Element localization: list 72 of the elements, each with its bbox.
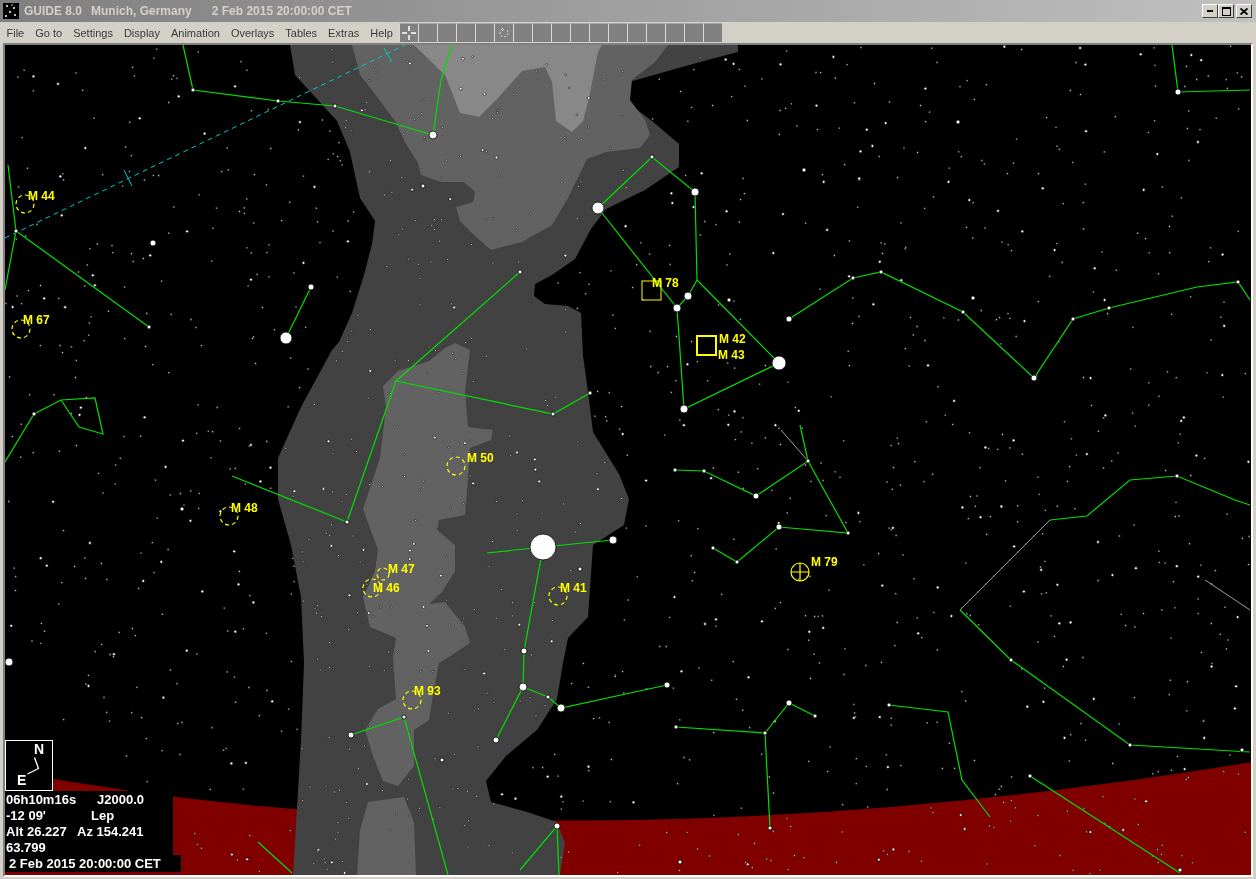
- toolbar-button[interactable]: [665, 23, 685, 42]
- east-label: E: [17, 772, 27, 788]
- toolbar-button[interactable]: [475, 23, 495, 42]
- object-label[interactable]: M 93: [414, 684, 441, 698]
- menu-item[interactable]: Go to: [29, 23, 68, 42]
- epoch-value: J2000.0: [97, 792, 144, 808]
- menu-item[interactable]: File: [1, 23, 30, 42]
- right-ascension-value: 06h10m16s: [6, 792, 78, 808]
- azimuth-value: Az 154.241: [77, 824, 144, 840]
- menu-item[interactable]: Overlays: [225, 23, 280, 42]
- object-label[interactable]: M 48: [231, 501, 258, 515]
- minimize-icon: [1207, 10, 1213, 12]
- menu-item[interactable]: Extras: [322, 23, 365, 42]
- close-button[interactable]: [1236, 4, 1252, 18]
- menu-item[interactable]: Animation: [165, 23, 226, 42]
- menu-item[interactable]: Display: [118, 23, 166, 42]
- star-icon: [5, 657, 14, 667]
- toolbar-button[interactable]: [551, 23, 571, 42]
- maximize-icon: [1221, 6, 1231, 16]
- toolbar-button[interactable]: [437, 23, 457, 42]
- open-cluster-marker-icon: [446, 456, 466, 476]
- menu-item[interactable]: Tables: [279, 23, 323, 42]
- toolbar-button[interactable]: [513, 23, 533, 42]
- altitude-value: Alt 26.227: [6, 824, 68, 840]
- nebula-marker-icon: [696, 335, 717, 356]
- toolbar-button[interactable]: [456, 23, 476, 42]
- object-label[interactable]: M 79: [811, 555, 838, 569]
- sky-chart[interactable]: M 44 M 67 M 48 M 50 M 47 M 46 M 41 M 93 M 78 M 42 M 43 M 79 N E 06h10m16s J2000.0 -12 09' Lep Alt 26.227 Az 154.241 63.799 2 Feb 2015 20:00:00 CET: [3, 43, 1253, 877]
- app-title: GUIDE 8.0: [24, 4, 83, 18]
- date-time-text: 2 Feb 2015 20:00:00 CET: [5, 855, 181, 872]
- maximize-button[interactable]: [1218, 4, 1234, 18]
- toolbar-button[interactable]: [646, 23, 666, 42]
- north-label: N: [34, 741, 45, 757]
- menu-item[interactable]: Help: [364, 23, 399, 42]
- toolbar-button[interactable]: [418, 23, 438, 42]
- open-cluster-marker-icon: [376, 567, 390, 581]
- toolbar-button[interactable]: [532, 23, 552, 42]
- field-width-value: 63.799: [6, 840, 46, 856]
- toolbar-button[interactable]: [627, 23, 647, 42]
- object-label[interactable]: M 67: [23, 313, 50, 327]
- toolbar-button[interactable]: [608, 23, 628, 42]
- open-cluster-marker-icon: [362, 578, 382, 598]
- crosshair-icon: [402, 26, 417, 40]
- toolbar-button[interactable]: [589, 23, 609, 42]
- constellation-boundary-line: [780, 429, 809, 462]
- object-label[interactable]: M 78: [652, 276, 679, 290]
- declination-value: -12 09': [6, 808, 47, 824]
- toolbar-button[interactable]: [570, 23, 590, 42]
- close-icon: [1240, 7, 1248, 15]
- toolbar-button[interactable]: [703, 23, 723, 42]
- nebula-marker-icon: [641, 280, 662, 301]
- object-label[interactable]: M 47: [388, 562, 415, 576]
- constellation-boundary-line: [1204, 579, 1251, 611]
- toolbar-button[interactable]: [399, 23, 419, 42]
- object-label[interactable]: M 41: [560, 581, 587, 595]
- object-label[interactable]: M 46: [373, 581, 400, 595]
- toolbar-button[interactable]: [684, 23, 704, 42]
- compass-needle-icon: [27, 757, 40, 775]
- menu-item[interactable]: Settings: [67, 23, 119, 42]
- constellation-line: [257, 841, 293, 874]
- minimize-button[interactable]: [1202, 4, 1218, 18]
- globular-cluster-marker-icon: [790, 562, 810, 582]
- app-starfield-icon: [3, 3, 19, 19]
- location-title: Munich, Germany: [91, 4, 192, 18]
- object-label[interactable]: M 50: [467, 451, 494, 465]
- datetime-title: 2 Feb 2015 20:00:00 CET: [211, 4, 352, 18]
- object-label[interactable]: M 42: [719, 332, 746, 346]
- constellation-value: Lep: [91, 808, 115, 824]
- object-label[interactable]: M 43: [718, 348, 745, 362]
- toolbar-button[interactable]: [494, 23, 514, 42]
- object-label[interactable]: M 44: [28, 189, 55, 203]
- rotate-icon: [499, 28, 510, 38]
